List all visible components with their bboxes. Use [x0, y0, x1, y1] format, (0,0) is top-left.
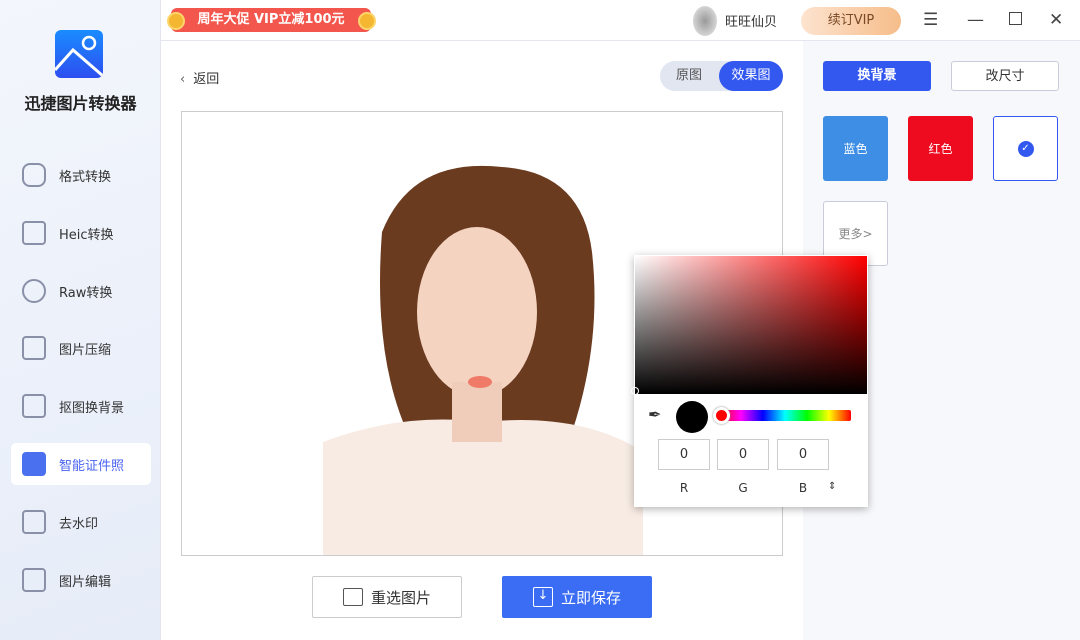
- sidebar: 迅捷图片转换器 格式转换 Heic转换 Raw转换 图片压缩 抠图换背景 智能证…: [0, 0, 161, 640]
- sidebar-item-label: 抠图换背景: [59, 400, 125, 416]
- sidebar-item-watermark[interactable]: 去水印: [11, 501, 151, 543]
- coin-icon: [358, 12, 376, 30]
- sidebar-item-label: 图片压缩: [59, 342, 112, 358]
- sidebar-item-label: 去水印: [59, 516, 99, 532]
- sidebar-item-label: 图片编辑: [59, 574, 112, 590]
- b-input[interactable]: 0: [777, 439, 829, 470]
- tab-resize[interactable]: 改尺寸: [951, 61, 1059, 91]
- toggle-effect[interactable]: 效果图: [719, 61, 783, 91]
- compress-icon: [22, 336, 46, 360]
- color-preview: [676, 401, 708, 433]
- sidebar-item-format[interactable]: 格式转换: [11, 154, 151, 196]
- saturation-value-area[interactable]: [635, 256, 867, 394]
- raw-icon: [22, 279, 46, 303]
- swatch-custom[interactable]: ✓: [993, 116, 1058, 181]
- back-button[interactable]: ‹ 返回: [180, 68, 219, 87]
- avatar[interactable]: [693, 6, 717, 36]
- menu-icon[interactable]: ☰: [923, 10, 938, 30]
- renew-vip-button[interactable]: 续订VIP: [801, 7, 901, 35]
- close-icon[interactable]: ✕: [1049, 10, 1063, 30]
- title-bar: 周年大促 VIP立减100元 旺旺仙贝 续订VIP ☰ — ✕: [161, 0, 1080, 41]
- hue-slider[interactable]: [719, 410, 851, 421]
- check-circle-icon: ✓: [1017, 140, 1034, 157]
- g-label: G: [738, 481, 748, 495]
- promo-banner[interactable]: 周年大促 VIP立减100元: [171, 8, 371, 32]
- save-button[interactable]: ↓ 立即保存: [502, 576, 652, 618]
- sidebar-item-compress[interactable]: 图片压缩: [11, 327, 151, 369]
- eyedropper-icon[interactable]: ✒: [648, 405, 661, 424]
- color-picker: ✒ 0 0 0 R G B ⇕: [631, 255, 868, 507]
- sv-handle[interactable]: [631, 387, 639, 395]
- watermark-icon: [22, 510, 46, 534]
- back-label: 返回: [193, 72, 220, 87]
- reselect-image-button[interactable]: 重选图片: [312, 576, 462, 618]
- hue-handle[interactable]: [713, 407, 730, 424]
- sidebar-item-heic[interactable]: Heic转换: [11, 212, 151, 254]
- download-icon: ↓: [532, 587, 553, 607]
- maximize-icon[interactable]: [1009, 12, 1022, 25]
- sidebar-item-label: 智能证件照: [59, 458, 125, 474]
- r-label: R: [679, 481, 689, 495]
- sidebar-item-id-photo[interactable]: 智能证件照: [11, 443, 151, 485]
- app-logo-icon: [55, 30, 103, 78]
- save-label: 立即保存: [560, 588, 621, 607]
- id-photo-icon: [22, 452, 46, 476]
- g-input[interactable]: 0: [717, 439, 769, 470]
- sidebar-item-label: Heic转换: [59, 227, 114, 243]
- r-input[interactable]: 0: [658, 439, 710, 470]
- view-toggle: 原图 效果图: [660, 61, 783, 91]
- b-label: B: [798, 481, 808, 495]
- sidebar-item-label: 格式转换: [59, 169, 112, 185]
- app-name: 迅捷图片转换器: [24, 94, 137, 113]
- swatch-blue[interactable]: 蓝色: [823, 116, 888, 181]
- swatch-red[interactable]: 红色: [908, 116, 973, 181]
- sidebar-item-edit[interactable]: 图片编辑: [11, 559, 151, 601]
- sidebar-item-cutout[interactable]: 抠图换背景: [11, 385, 151, 427]
- minimize-icon[interactable]: —: [967, 10, 984, 30]
- sidebar-item-label: Raw转换: [59, 285, 113, 301]
- sidebar-item-raw[interactable]: Raw转换: [11, 270, 151, 312]
- mode-switch-icon[interactable]: ⇕: [828, 481, 836, 492]
- reselect-label: 重选图片: [370, 588, 431, 607]
- coin-icon: [167, 12, 185, 30]
- cutout-icon: [22, 394, 46, 418]
- format-convert-icon: [22, 163, 46, 187]
- image-edit-icon: [22, 568, 46, 592]
- tab-change-background[interactable]: 换背景: [823, 61, 931, 91]
- toggle-original[interactable]: 原图: [660, 61, 718, 91]
- image-refresh-icon: [342, 588, 363, 606]
- chevron-left-icon: ‹: [180, 72, 186, 87]
- heic-icon: [22, 221, 46, 245]
- username[interactable]: 旺旺仙贝: [725, 11, 777, 30]
